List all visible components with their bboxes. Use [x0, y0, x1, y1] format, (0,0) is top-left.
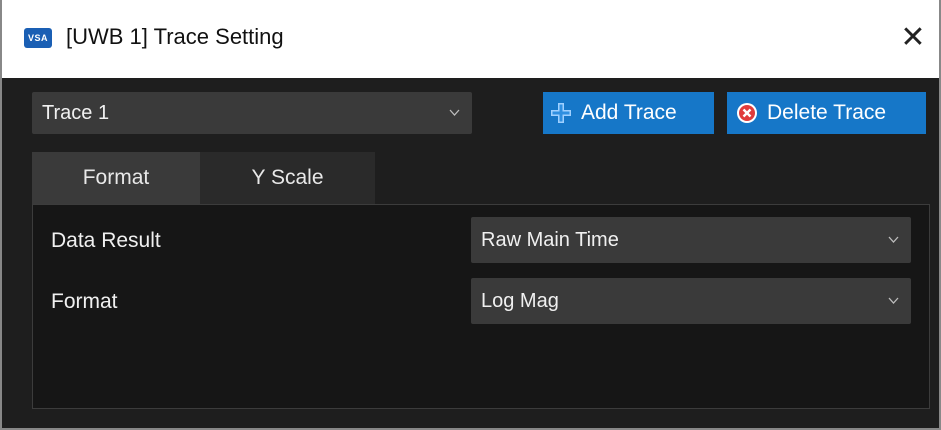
- data-result-label: Data Result: [51, 229, 161, 252]
- format-select[interactable]: Log Mag: [471, 278, 911, 324]
- chevron-down-icon: [888, 297, 899, 304]
- delete-trace-button[interactable]: Delete Trace: [727, 92, 926, 134]
- plus-cross-icon: [549, 101, 573, 125]
- chevron-down-icon: [449, 109, 460, 116]
- window-title: [UWB 1] Trace Setting: [66, 24, 284, 49]
- trace-select[interactable]: Trace 1: [32, 92, 472, 134]
- add-trace-label: Add Trace: [581, 101, 677, 124]
- format-label: Format: [51, 290, 118, 313]
- add-trace-button[interactable]: Add Trace: [543, 92, 714, 134]
- close-button[interactable]: ✕: [893, 18, 933, 58]
- data-result-select[interactable]: Raw Main Time: [471, 217, 911, 263]
- tab-y-scale[interactable]: Y Scale: [200, 152, 375, 204]
- title-bar: VSA [UWB 1] Trace Setting ✕: [2, 0, 939, 78]
- vsa-logo-icon: VSA: [24, 28, 52, 48]
- tab-format[interactable]: Format: [32, 152, 200, 204]
- circle-x-icon: [735, 101, 759, 125]
- data-result-value: Raw Main Time: [481, 229, 619, 251]
- dialog-content: Trace 1 Add Trace Delete Trace Format Y …: [2, 78, 939, 428]
- format-value: Log Mag: [481, 290, 559, 312]
- chevron-down-icon: [888, 236, 899, 243]
- delete-trace-label: Delete Trace: [767, 101, 887, 124]
- trace-setting-window: VSA [UWB 1] Trace Setting ✕ Trace 1 Add …: [0, 0, 941, 430]
- trace-select-value: Trace 1: [42, 102, 110, 124]
- format-panel: Data Result Raw Main Time Format Log Mag: [32, 204, 930, 409]
